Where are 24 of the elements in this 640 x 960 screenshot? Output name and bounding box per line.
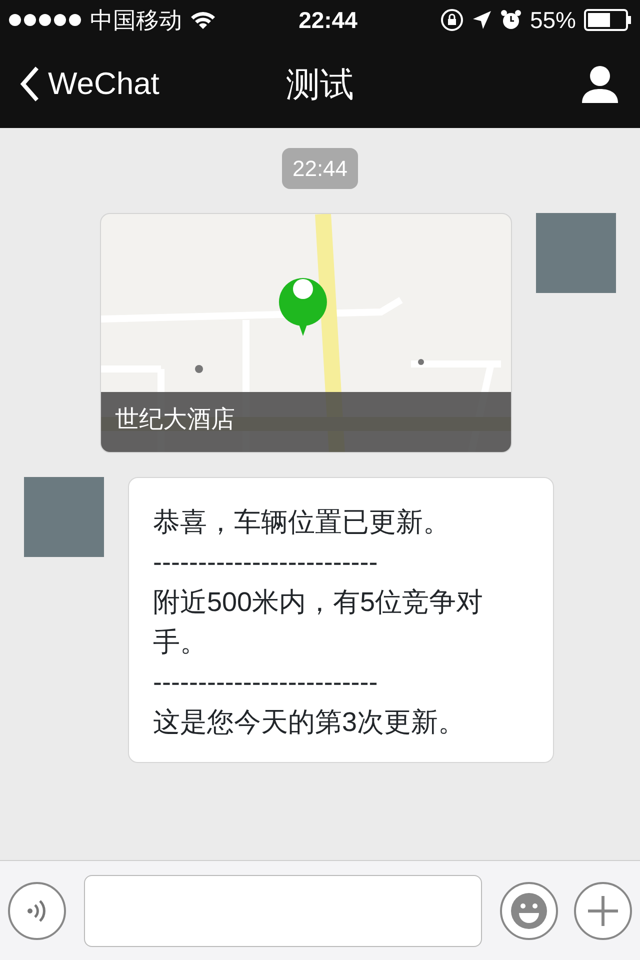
plus-icon — [586, 894, 620, 928]
signal-icon — [8, 13, 82, 27]
message-text: 这是您今天的第3次更新。 — [153, 706, 466, 739]
message-input[interactable] — [84, 874, 482, 946]
battery-icon — [584, 9, 632, 31]
rotation-lock-icon — [440, 8, 464, 32]
alarm-icon — [500, 9, 522, 31]
location-arrow-icon — [472, 10, 492, 30]
message-text: 附近500米内，有5位竞争对手。 — [153, 586, 484, 659]
location-caption: 世纪大酒店 — [101, 392, 511, 452]
message-timestamp: 22:44 — [282, 148, 358, 189]
message-text: 恭喜，车辆位置已更新。 — [153, 506, 451, 539]
status-time: 22:44 — [298, 6, 358, 35]
back-button[interactable]: WeChat — [20, 60, 160, 108]
profile-icon[interactable] — [580, 65, 620, 103]
wifi-icon — [190, 10, 216, 30]
chevron-left-icon — [20, 66, 40, 102]
location-map-message[interactable]: 世纪大酒店 — [100, 213, 512, 453]
chat-title: 测试 — [286, 65, 354, 106]
smiley-icon — [509, 890, 549, 930]
carrier-name: 中国移动 — [90, 6, 182, 35]
message-text: ------------------------- — [153, 666, 379, 699]
battery-percent: 55% — [530, 6, 576, 35]
message-text: ------------------------- — [153, 546, 379, 579]
